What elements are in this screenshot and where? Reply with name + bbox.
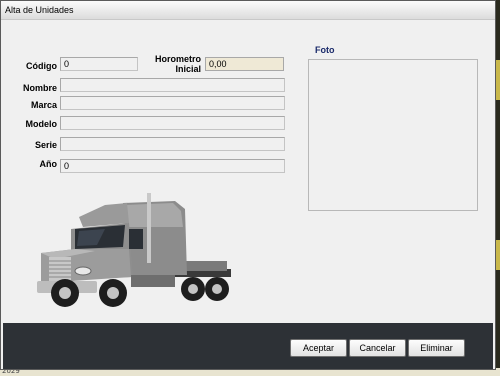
nombre-field[interactable] [60, 78, 285, 92]
horometro-field[interactable]: 0,00 [205, 57, 284, 71]
marca-label: Marca [30, 100, 57, 110]
alta-unidades-window: Alta de Unidades Código 0 Horometro Inic… [0, 0, 496, 370]
foto-label: Foto [315, 45, 335, 55]
codigo-label: Código [26, 61, 57, 71]
window-titlebar[interactable]: Alta de Unidades [1, 1, 495, 20]
marca-field[interactable] [60, 96, 285, 110]
cancel-button[interactable]: Cancelar [349, 339, 406, 357]
window-title: Alta de Unidades [5, 5, 74, 15]
horometro-label-line1: Horometro [154, 54, 201, 64]
anio-field[interactable]: 0 [60, 159, 285, 173]
horometro-label-line2: Inicial [175, 64, 201, 74]
serie-field[interactable] [60, 137, 285, 151]
accept-button[interactable]: Aceptar [290, 339, 347, 357]
horometro-label: Horometro Inicial [149, 54, 201, 74]
delete-button[interactable]: Eliminar [408, 339, 465, 357]
codigo-field[interactable]: 0 [60, 57, 138, 71]
nombre-label: Nombre [22, 83, 57, 93]
anio-label: Año [39, 159, 58, 169]
photo-box[interactable] [308, 59, 478, 211]
serie-label: Serie [34, 140, 57, 150]
truck-illustration [37, 193, 231, 307]
modelo-field[interactable] [60, 116, 285, 130]
modelo-label: Modelo [25, 119, 58, 129]
